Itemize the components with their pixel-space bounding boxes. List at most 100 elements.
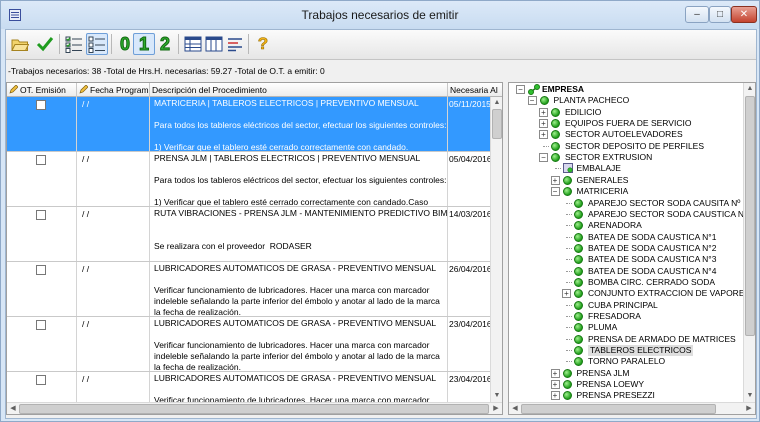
grid-vertical-scrollbar[interactable]: ▲ ▼ <box>490 97 502 402</box>
tree-node[interactable]: + CONJUNTO EXTRACCION DE VAPORES <box>509 288 743 299</box>
filter-button[interactable] <box>224 33 246 55</box>
expand-icon[interactable]: + <box>539 130 548 140</box>
scroll-down-icon[interactable]: ▼ <box>491 390 502 402</box>
expand-icon[interactable]: + <box>539 119 548 129</box>
table-row[interactable]: / / RUTA VIBRACIONES - PRENSA JLM - MANT… <box>7 207 490 262</box>
collapse-icon[interactable]: − <box>516 85 525 94</box>
confirm-button[interactable] <box>34 33 56 55</box>
expand-icon[interactable]: + <box>550 380 560 390</box>
collapse-icon[interactable]: − <box>527 96 537 106</box>
tree-node[interactable]: + EQUIPOS FUERA DE SERVICIO <box>509 118 743 129</box>
status-dot-icon <box>562 380 572 390</box>
tree-node[interactable]: − EMPRESA <box>509 84 743 95</box>
table-row[interactable]: / / PRENSA JLM | TABLEROS ELECTRICOS | P… <box>7 152 490 207</box>
fecha-cell: / / <box>77 152 150 206</box>
tree-node[interactable]: ARENADORA <box>509 220 743 231</box>
expand-icon[interactable]: + <box>550 175 560 185</box>
deselect-all-button[interactable] <box>86 33 108 55</box>
tree-node[interactable]: CUBA PRINCIPAL <box>509 300 743 311</box>
select-all-button[interactable] <box>63 33 85 55</box>
collapse-icon[interactable]: − <box>539 153 548 163</box>
grid-view-button[interactable] <box>182 33 204 55</box>
column-header-necesaria[interactable]: Necesaria Al <box>448 83 502 97</box>
table-row[interactable]: / / LUBRICADORES AUTOMATICOS DE GRASA - … <box>7 317 490 372</box>
expand-icon[interactable]: + <box>550 368 560 378</box>
tree-connector <box>566 316 572 317</box>
open-folder-button[interactable] <box>9 33 31 55</box>
status-dot-icon <box>574 289 583 299</box>
status-dot-icon <box>574 312 583 321</box>
tree-node[interactable]: BATEA DE SODA CAUSTICA N°4 <box>509 266 743 277</box>
ot-emision-checkbox[interactable] <box>36 265 46 275</box>
status-dot-icon <box>574 198 583 208</box>
scroll-left-icon[interactable]: ◀ <box>7 403 19 414</box>
tree-node[interactable]: TABLEROS ELECTRICOS <box>509 345 743 357</box>
scroll-down-icon[interactable]: ▼ <box>744 390 755 402</box>
minimize-button[interactable]: – <box>685 6 709 23</box>
ot-emision-checkbox[interactable] <box>36 375 46 385</box>
tree-node[interactable]: − SECTOR EXTRUSION <box>509 152 743 163</box>
scroll-right-icon[interactable]: ▶ <box>743 403 755 414</box>
tree-horizontal-scrollbar[interactable]: ◀ ▶ <box>509 402 755 414</box>
ot-emision-checkbox[interactable] <box>36 100 46 110</box>
ot-emision-checkbox[interactable] <box>36 210 46 220</box>
table-row[interactable]: / / LUBRICADORES AUTOMATICOS DE GRASA - … <box>7 262 490 317</box>
tree-node[interactable]: APAREJO SECTOR SODA CAUSTICA Nº 1 (A C <box>509 209 743 220</box>
status-summary: -Trabajos necesarios: 38 -Total de Hrs.H… <box>8 66 325 76</box>
help-button[interactable]: ? <box>252 33 274 55</box>
column-header-descripcion[interactable]: Descripción del Procedimiento <box>150 83 448 97</box>
ot-emision-cell <box>7 372 77 402</box>
tree-node[interactable]: + EDILICIO <box>509 107 743 118</box>
close-button[interactable]: ✕ <box>731 6 757 23</box>
title-bar[interactable]: Trabajos necesarios de emitir – □ ✕ <box>1 1 759 29</box>
tree-node-label: BATEA DE SODA CAUSTICA N°1 <box>588 231 717 242</box>
scroll-right-icon[interactable]: ▶ <box>490 403 502 414</box>
maximize-button[interactable]: □ <box>709 6 731 23</box>
tree-node[interactable]: + GENERALES <box>509 175 743 186</box>
scroll-up-icon[interactable]: ▲ <box>744 83 755 95</box>
filter-one-button[interactable]: 1 <box>133 33 155 55</box>
scroll-left-icon[interactable]: ◀ <box>509 403 521 414</box>
grid-horizontal-scroll-thumb[interactable] <box>19 404 489 414</box>
status-dot-icon <box>551 107 560 117</box>
column-header-fecha[interactable]: Fecha Programación <box>77 83 150 97</box>
tree-node[interactable]: − MATRICERIA <box>509 186 743 197</box>
tree-node[interactable]: SECTOR DEPOSITO DE PERFILES <box>509 141 743 152</box>
tree-node[interactable]: TORNO PARALELO <box>509 356 743 367</box>
table-row[interactable]: / / LUBRICADORES AUTOMATICOS DE GRASA - … <box>7 372 490 402</box>
tree-node[interactable]: + PRENSA JLM <box>509 368 743 379</box>
expand-icon[interactable]: + <box>550 391 560 401</box>
tree-node[interactable]: PLUMA <box>509 322 743 333</box>
column-header-label: OT. Emisión <box>20 85 66 95</box>
tree-node[interactable]: APAREJO SECTOR SODA CAUSITA Nº 2 <box>509 198 743 209</box>
tree-vertical-scrollbar[interactable]: ▲ ▼ <box>743 83 755 402</box>
tree-node[interactable]: − PLANTA PACHECO <box>509 95 743 106</box>
expand-icon[interactable]: + <box>539 107 548 117</box>
tree-node[interactable]: + SECTOR AUTOELEVADORES <box>509 129 743 140</box>
grid-horizontal-scrollbar[interactable]: ◀ ▶ <box>7 402 502 414</box>
column-header-ot-emision[interactable]: OT. Emisión <box>7 83 77 97</box>
tree-node[interactable]: + PRENSA LOEWY <box>509 379 743 390</box>
tree-node[interactable]: BATEA DE SODA CAUSTICA N°1 <box>509 232 743 243</box>
tree-node-label: PRENSA JLM <box>576 367 630 378</box>
tree-node[interactable]: BOMBA CIRC. CERRADO SODA <box>509 277 743 288</box>
tree-node[interactable]: FRESADORA <box>509 311 743 322</box>
tree-node[interactable]: EMBALAJE <box>509 163 743 174</box>
expand-icon[interactable]: + <box>562 289 571 299</box>
table-row[interactable]: / / MATRICERIA | TABLEROS ELECTRICOS | P… <box>7 97 490 152</box>
status-dot-icon <box>539 96 549 106</box>
ot-emision-checkbox[interactable] <box>36 320 46 330</box>
tree-node[interactable]: PRENSA DE ARMADO DE MATRICES <box>509 334 743 345</box>
tree-horizontal-scroll-thumb[interactable] <box>521 404 716 414</box>
columns-button[interactable] <box>203 33 225 55</box>
tree-node[interactable]: BATEA DE SODA CAUSTICA N°3 <box>509 254 743 265</box>
scroll-up-icon[interactable]: ▲ <box>491 97 502 109</box>
ot-emision-checkbox[interactable] <box>36 155 46 165</box>
collapse-icon[interactable]: − <box>550 187 560 197</box>
filter-two-button[interactable]: 2 <box>154 33 176 55</box>
tree-node[interactable]: BATEA DE SODA CAUSTICA N°2 <box>509 243 743 254</box>
tree-node[interactable]: + PRENSA PRESEZZI <box>509 390 743 401</box>
tree-vertical-scroll-thumb[interactable] <box>745 96 755 336</box>
status-dot-icon <box>562 368 572 378</box>
grid-vertical-scroll-thumb[interactable] <box>492 109 502 139</box>
